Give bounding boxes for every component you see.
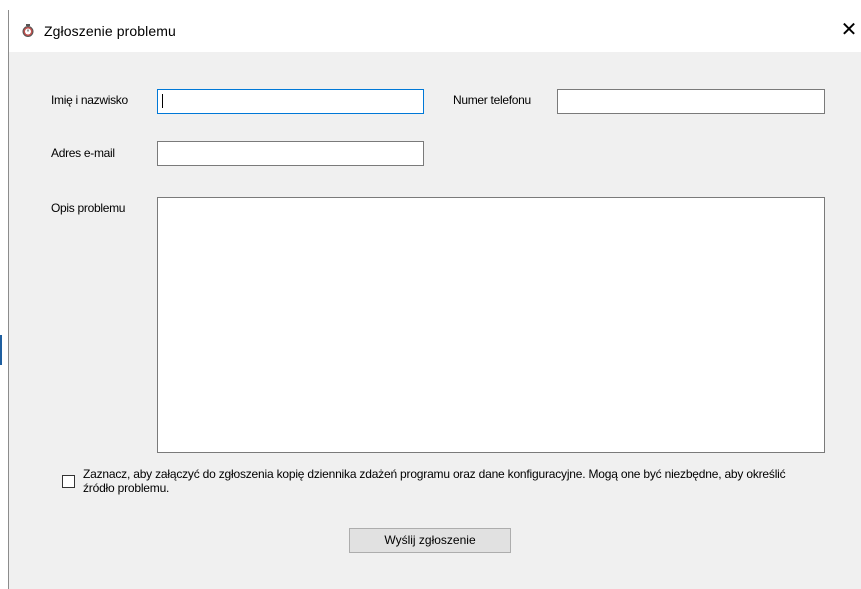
description-textarea[interactable] — [157, 197, 825, 453]
phone-label: Numer telefonu — [453, 93, 531, 107]
name-label: Imię i nazwisko — [51, 93, 128, 107]
email-field[interactable] — [157, 141, 424, 166]
phone-field[interactable] — [557, 89, 825, 114]
attach-logs-label[interactable]: Zaznacz, aby załączyć do zgłoszenia kopi… — [83, 467, 803, 495]
submit-button[interactable]: Wyślij zgłoszenie — [349, 528, 511, 553]
text-caret — [162, 94, 163, 108]
close-icon: ✕ — [840, 19, 858, 41]
attach-logs-checkbox[interactable] — [62, 475, 75, 488]
window-title: Zgłoszenie problemu — [44, 23, 176, 39]
close-button[interactable]: ✕ — [837, 16, 861, 44]
stopwatch-icon — [22, 24, 34, 37]
title-bar: Zgłoszenie problemu ✕ — [9, 10, 861, 52]
name-field[interactable] — [157, 89, 424, 114]
email-label: Adres e-mail — [51, 146, 115, 160]
background-window-edge — [0, 335, 2, 365]
description-label: Opis problemu — [51, 201, 126, 215]
